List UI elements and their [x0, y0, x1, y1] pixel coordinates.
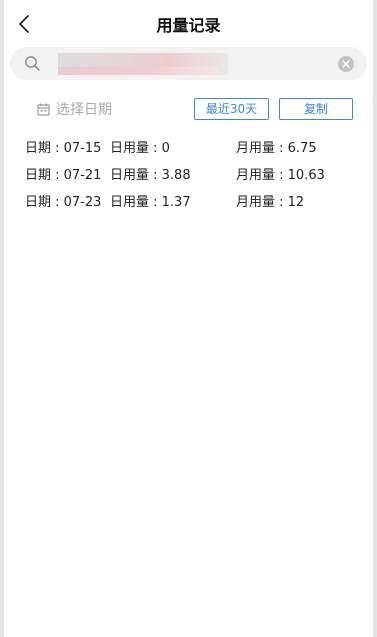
recent-30-days-button[interactable]: 最近30天 [194, 98, 269, 120]
record-date: 日期 : 07-15 [25, 141, 102, 156]
date-picker[interactable]: 选择日期 [37, 98, 112, 120]
clear-button[interactable] [338, 56, 354, 72]
frame-right-border [373, 0, 377, 637]
record-monthly-usage: 月用量 : 6.75 [236, 141, 317, 156]
record-date: 日期 : 07-23 [25, 195, 102, 210]
record-monthly-usage: 月用量 : 10.63 [236, 168, 325, 183]
record-date: 日期 : 07-21 [25, 168, 102, 183]
list-item: 日期 : 07-21 日用量 : 3.88 月用量 : 10.63 [25, 164, 365, 191]
record-daily-usage: 日用量 : 0 [110, 141, 170, 156]
copy-button[interactable]: 复制 [279, 98, 353, 120]
usage-record-list: 日期 : 07-15 日用量 : 0 月用量 : 6.75 日期 : 07-21… [25, 137, 365, 218]
record-monthly-usage: 月用量 : 12 [236, 195, 305, 210]
clear-icon [342, 60, 350, 68]
search-bar[interactable] [10, 47, 367, 80]
calendar-icon [37, 103, 50, 116]
date-placeholder-label: 选择日期 [56, 102, 112, 118]
record-daily-usage: 日用量 : 1.37 [110, 195, 191, 210]
header: 用量记录 [0, 0, 377, 46]
record-daily-usage: 日用量 : 3.88 [110, 168, 191, 183]
list-item: 日期 : 07-23 日用量 : 1.37 月用量 : 12 [25, 191, 365, 218]
frame-left-border [0, 0, 4, 637]
redacted-search-text [58, 53, 228, 75]
search-icon [25, 56, 40, 71]
list-item: 日期 : 07-15 日用量 : 0 月用量 : 6.75 [25, 137, 365, 164]
page-title: 用量记录 [156, 16, 221, 35]
